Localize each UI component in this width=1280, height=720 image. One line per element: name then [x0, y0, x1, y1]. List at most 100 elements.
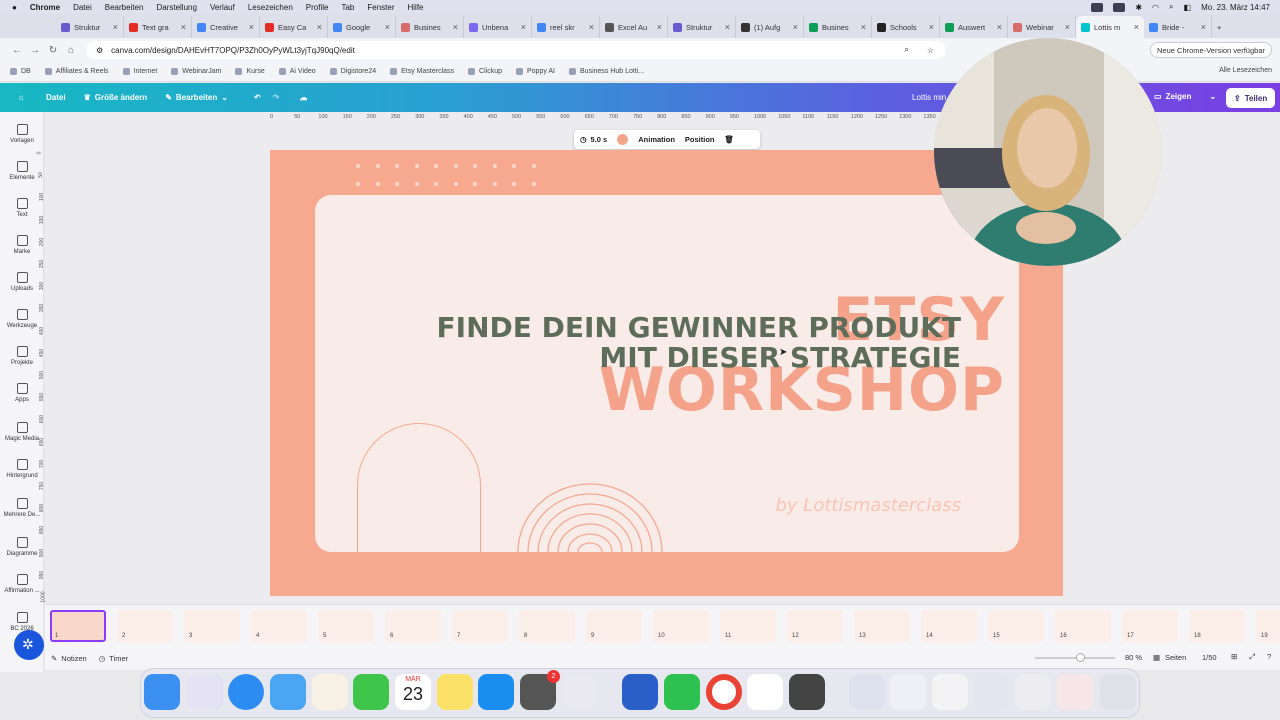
browser-tab[interactable]: Creative × [192, 16, 260, 38]
trash-bin-icon[interactable] [1100, 674, 1136, 710]
tab-close-icon[interactable]: × [521, 22, 526, 32]
recent-doc-2-icon[interactable] [890, 674, 926, 710]
bookmark-item[interactable]: Etsy Masterclass [390, 68, 454, 75]
home-icon[interactable]: ⌂ [62, 45, 80, 56]
bluetooth-icon[interactable]: ✱ [1135, 3, 1142, 12]
recent-doc-6-icon[interactable] [1057, 674, 1093, 710]
menu-fenster[interactable]: Fenster [367, 3, 394, 12]
bookmark-star-icon[interactable]: ☆ [927, 46, 934, 55]
bookmark-item[interactable]: Internet [122, 68, 157, 75]
tab-close-icon[interactable]: × [589, 22, 594, 32]
launchpad-icon[interactable] [187, 674, 223, 710]
browser-tab[interactable]: Unbena × [464, 16, 532, 38]
tab-close-icon[interactable]: × [929, 22, 934, 32]
browser-tab[interactable]: (1) Aufg × [736, 16, 804, 38]
bookmark-item[interactable]: Business Hub Lotti... [569, 68, 644, 75]
zoom-level[interactable]: 80 % [1125, 653, 1142, 662]
pages-button[interactable]: Seiten [1165, 653, 1186, 662]
page-thumbnail[interactable] [318, 610, 374, 642]
url-field[interactable]: ⚙ canva.com/design/DAHEvHT7OPQ/P3Zh0OyPy… [86, 41, 946, 59]
recent-doc-3-icon[interactable] [932, 674, 968, 710]
iphone-mirroring-icon[interactable] [562, 674, 598, 710]
zoom-slider-thumb[interactable] [1076, 653, 1085, 662]
bookmark-item[interactable]: Clickup [468, 68, 502, 75]
resize-button[interactable]: ♛ Größe ändern [84, 93, 148, 102]
share-button[interactable]: ⇪ Teilen [1226, 88, 1276, 108]
help-icon[interactable]: ? [1267, 652, 1271, 661]
photos-icon[interactable] [312, 674, 348, 710]
rainbow-lines[interactable] [515, 483, 665, 553]
animation-button[interactable]: Animation [638, 135, 675, 144]
tab-close-icon[interactable]: × [113, 22, 118, 32]
bookmark-item[interactable]: WebinarJam [171, 68, 221, 75]
notes-button[interactable]: Notizen [61, 654, 86, 663]
browser-tab[interactable]: Text gra × [124, 16, 192, 38]
tab-close-icon[interactable]: × [453, 22, 458, 32]
trash-icon[interactable]: 🗑 [725, 135, 735, 144]
page-thumbnail[interactable] [1256, 610, 1280, 642]
apple-icon[interactable]: ● [12, 3, 17, 12]
tab-close-icon[interactable]: × [793, 22, 798, 32]
tab-close-icon[interactable]: × [1065, 22, 1070, 32]
browser-tab[interactable]: Auswert × [940, 16, 1008, 38]
new-tab-icon[interactable]: + [1212, 16, 1232, 38]
back-icon[interactable]: ← [8, 45, 26, 56]
duration-button[interactable]: 5.0 s [591, 135, 608, 144]
menu-profile[interactable]: Profile [306, 3, 329, 12]
arch-shape[interactable] [357, 423, 481, 553]
tab-close-icon[interactable]: × [657, 22, 662, 32]
recent-doc-4-icon[interactable] [973, 674, 1009, 710]
chrome-update-button[interactable]: Neue Chrome-Version verfügbar [1150, 42, 1272, 58]
browser-tab[interactable]: Easy Ca × [260, 16, 328, 38]
control-center-icon[interactable]: ◧ [1184, 3, 1192, 12]
zoom-slider[interactable] [1035, 657, 1115, 659]
browser-tab[interactable]: Excel Au × [600, 16, 668, 38]
slide-subtitle-line2[interactable]: MIT DIESER STRATEGIE [401, 341, 961, 374]
browser-tab[interactable]: Lottis m × [1076, 16, 1144, 38]
menubar-clock[interactable]: Mo. 23. März 14:47 [1201, 3, 1270, 12]
tab-close-icon[interactable]: × [181, 22, 186, 32]
design-title[interactable]: Lottis min [912, 93, 946, 102]
forward-icon[interactable]: → [26, 45, 44, 56]
pages-view-icon[interactable]: ▦ [1153, 653, 1160, 662]
calendar-icon[interactable]: MÄR 23 [395, 674, 431, 710]
tab-close-icon[interactable]: × [249, 22, 254, 32]
wifi-icon[interactable]: ◠ [1152, 3, 1159, 12]
page-thumbnail[interactable] [586, 610, 642, 642]
page-thumbnail[interactable] [117, 610, 173, 642]
timer-icon[interactable]: ◷ [99, 654, 106, 663]
browser-tab[interactable]: Google × [328, 16, 396, 38]
slide-subtitle-line1[interactable]: FINDE DEIN GEWINNER PRODUKT [401, 311, 961, 344]
grid-view-icon[interactable]: ⊞ [1231, 652, 1237, 661]
calculator-icon[interactable] [789, 674, 825, 710]
menu-hilfe[interactable]: Hilfe [407, 3, 423, 12]
whatsapp-icon[interactable] [664, 674, 700, 710]
recent-doc-5-icon[interactable] [1015, 674, 1051, 710]
background-color-swatch[interactable] [617, 134, 629, 145]
menu-verlauf[interactable]: Verlauf [210, 3, 235, 12]
browser-tab[interactable]: Busines × [396, 16, 464, 38]
finder-icon[interactable] [144, 674, 180, 710]
tab-close-icon[interactable]: × [385, 22, 390, 32]
fullscreen-icon[interactable]: ⤢ [1249, 652, 1255, 662]
bookmark-item[interactable]: DB [10, 68, 31, 75]
page-thumbnail[interactable] [184, 610, 240, 642]
search-spotlight-icon[interactable]: ⌕ [1169, 2, 1173, 12]
tab-close-icon[interactable]: × [725, 22, 730, 32]
word-icon[interactable] [622, 674, 658, 710]
tab-close-icon[interactable]: × [317, 22, 322, 32]
notes-icon[interactable]: ✎ [51, 654, 57, 663]
page-thumbnail[interactable] [385, 610, 441, 642]
browser-tab[interactable]: Webinar × [1008, 16, 1076, 38]
present-button[interactable]: ▭ Zeigen ⌄ [1154, 92, 1216, 101]
timer-button[interactable]: Timer [109, 654, 128, 663]
page-thumbnail[interactable] [251, 610, 307, 642]
screen-record-icon[interactable] [1091, 2, 1104, 12]
reload-icon[interactable]: ↻ [44, 45, 62, 56]
bookmark-item[interactable]: Affiliates & Reels [44, 68, 109, 75]
menu-darstellung[interactable]: Darstellung [156, 3, 196, 12]
tab-close-icon[interactable]: × [997, 22, 1002, 32]
browser-tab[interactable]: Busines × [804, 16, 872, 38]
chrome-icon[interactable] [706, 674, 742, 710]
recent-doc-1-icon[interactable] [849, 674, 885, 710]
